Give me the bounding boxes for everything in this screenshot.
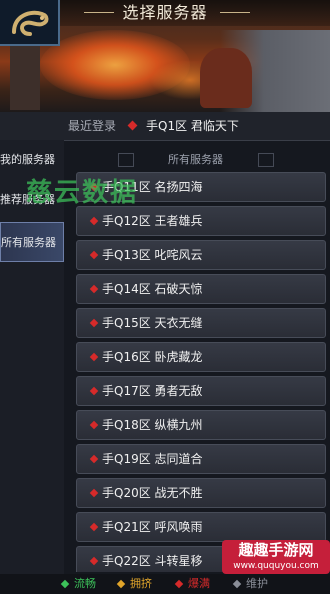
legend-label: 拥挤 xyxy=(130,577,152,590)
status-dot-icon xyxy=(89,420,99,430)
server-row-16[interactable]: 手Q16区 卧虎藏龙 xyxy=(76,342,326,372)
status-dot-icon xyxy=(89,522,99,532)
server-row-18[interactable]: 手Q18区 纵横九州 xyxy=(76,410,326,440)
legend-dot-icon xyxy=(60,579,70,589)
status-dot-icon xyxy=(89,556,99,566)
status-dot-icon xyxy=(89,352,99,362)
sidebar-item-all-servers[interactable]: 所有服务器 xyxy=(0,222,64,262)
dragon-logo-icon xyxy=(12,10,49,36)
status-dot-icon xyxy=(89,250,99,260)
server-row-14[interactable]: 手Q14区 石破天惊 xyxy=(76,274,326,304)
legend-smooth: 流畅 xyxy=(60,574,96,594)
legend-label: 流畅 xyxy=(74,577,96,590)
status-dot-icon xyxy=(89,488,99,498)
watermark-overlay-text: 慈云数据 xyxy=(26,178,139,208)
recent-login-label: 最近登录 xyxy=(68,119,117,133)
header-ornament-right-icon xyxy=(258,153,274,167)
server-row-20[interactable]: 手Q20区 战无不胜 xyxy=(76,478,326,508)
server-name: 手Q20区 战无不胜 xyxy=(102,486,203,500)
status-dot-icon xyxy=(89,216,99,226)
header-ornament-left-icon xyxy=(118,153,134,167)
server-name: 手Q13区 叱咤风云 xyxy=(102,248,203,262)
server-name: 手Q21区 呼风唤雨 xyxy=(102,520,203,534)
server-name: 手Q12区 王者雄兵 xyxy=(102,214,203,228)
recent-server-name: 手Q1区 君临天下 xyxy=(146,119,239,133)
legend-label: 维护 xyxy=(246,577,268,590)
server-row-15[interactable]: 手Q15区 天衣无缝 xyxy=(76,308,326,338)
legend-dot-icon xyxy=(232,579,242,589)
server-name: 手Q16区 卧虎藏龙 xyxy=(102,350,203,364)
header-banner: 选择服务器 xyxy=(0,0,330,112)
server-row-19[interactable]: 手Q19区 志同道合 xyxy=(76,444,326,474)
server-row-21[interactable]: 手Q21区 呼风唤雨 xyxy=(76,512,326,542)
server-name: 手Q19区 志同道合 xyxy=(102,452,203,466)
server-name: 手Q18区 纵横九州 xyxy=(102,418,203,432)
watermark-badge: 趣趣手游网 www.ququyou.com xyxy=(222,540,330,574)
back-button[interactable] xyxy=(0,0,60,46)
banner-warrior xyxy=(200,48,252,108)
server-row-12[interactable]: 手Q12区 王者雄兵 xyxy=(76,206,326,236)
legend-label: 爆满 xyxy=(188,577,210,590)
status-legend: 流畅 拥挤 爆满 维护 xyxy=(0,574,330,594)
status-dot-icon xyxy=(89,284,99,294)
recent-login-bar[interactable]: 最近登录 手Q1区 君临天下 xyxy=(0,112,330,141)
watermark-site-name: 趣趣手游网 xyxy=(238,541,314,559)
legend-dot-icon xyxy=(174,579,184,589)
watermark-site-url: www.ququyou.com xyxy=(233,561,319,571)
server-list[interactable]: 手Q11区 名扬四海 手Q12区 王者雄兵 手Q13区 叱咤风云 手Q14区 石… xyxy=(76,172,326,572)
server-name: 手Q17区 勇者无敌 xyxy=(102,384,203,398)
status-dot-icon xyxy=(89,454,99,464)
status-dot-icon xyxy=(89,318,99,328)
banner-tower xyxy=(10,40,40,110)
status-dot-icon xyxy=(127,120,138,131)
section-header: 所有服务器 xyxy=(68,148,330,172)
server-name: 手Q22区 斗转星移 xyxy=(102,554,203,568)
section-title: 所有服务器 xyxy=(168,153,223,166)
legend-crowded: 拥挤 xyxy=(116,574,152,594)
status-dot-icon xyxy=(89,386,99,396)
legend-maintenance: 维护 xyxy=(232,574,268,594)
server-row-17[interactable]: 手Q17区 勇者无敌 xyxy=(76,376,326,406)
legend-full: 爆满 xyxy=(174,574,210,594)
server-name: 手Q14区 石破天惊 xyxy=(102,282,203,296)
legend-dot-icon xyxy=(116,579,126,589)
server-name: 手Q15区 天衣无缝 xyxy=(102,316,203,330)
server-row-13[interactable]: 手Q13区 叱咤风云 xyxy=(76,240,326,270)
